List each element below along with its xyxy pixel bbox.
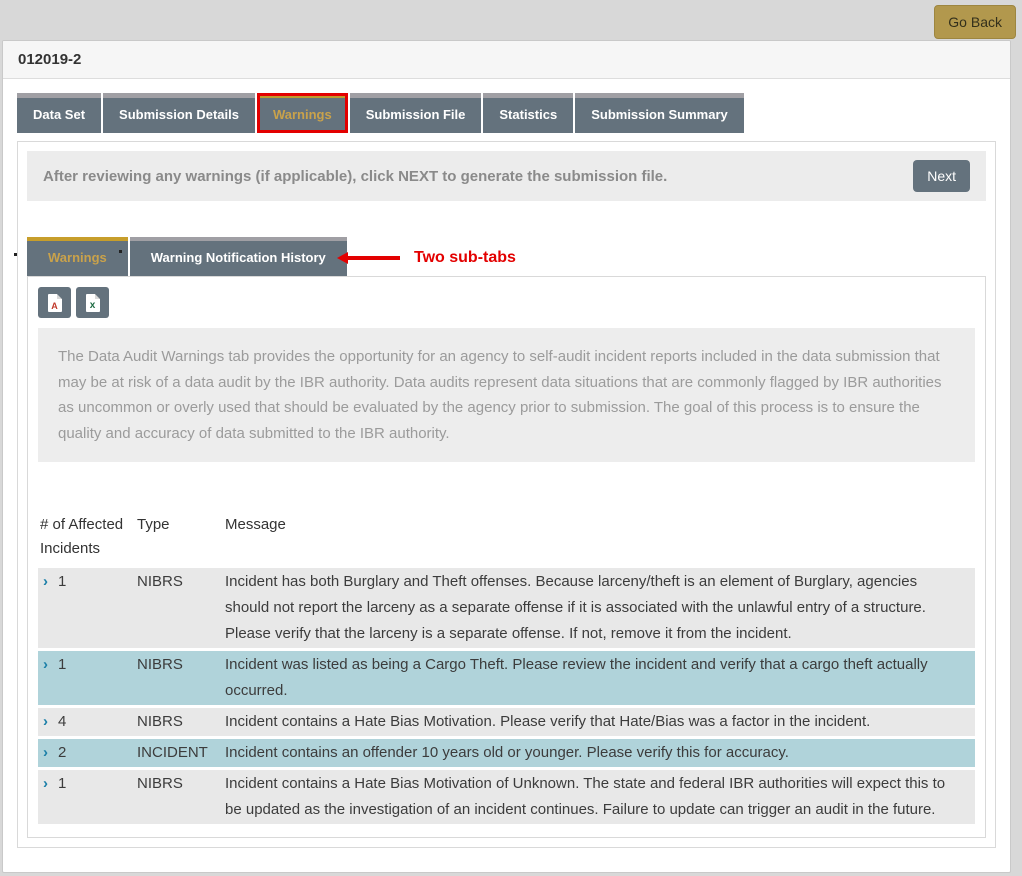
page-title: 012019-2 [3,41,1010,79]
expand-chevron-icon[interactable]: › [43,713,48,730]
warning-message: Incident contains a Hate Bias Motivation… [223,770,975,824]
affected-count: 2 [58,744,66,761]
info-bar: After reviewing any warnings (if applica… [27,151,986,201]
expand-chevron-icon[interactable]: › [43,656,48,673]
two-sub-tabs-annotation: Two sub-tabs [337,249,516,267]
submission-panel: 012019-2 Data Set Submission Details War… [2,40,1011,873]
screen: Go Back 012019-2 Data Set Submission Det… [0,0,1022,876]
export-pdf-button[interactable]: A [38,287,71,318]
warning-message: Incident contains a Hate Bias Motivation… [223,708,975,736]
main-tab[interactable]: Data Set [17,93,101,133]
expand-chevron-icon[interactable]: › [43,744,48,761]
warnings-tab-content: After reviewing any warnings (if applica… [17,141,996,848]
table-row: › 1 NIBRS Incident contains a Hate Bias M… [38,770,975,824]
warnings-grid-panel: A x The Data Audit Warnings tab provides… [27,276,986,838]
sub-tab-warning-notification-history[interactable]: Warning Notification History [130,237,347,276]
main-tab[interactable]: Warnings [257,93,348,133]
warnings-table: # of Affected Incidents Type Message [38,510,975,827]
main-tab[interactable]: Submission Details [103,93,255,133]
affected-count: 1 [58,573,66,590]
main-tab-label: Warnings [273,107,332,122]
warning-type: NIBRS [135,770,223,824]
go-back-button[interactable]: Go Back [934,5,1016,39]
warning-type: NIBRS [135,708,223,736]
sub-tab-warnings[interactable]: Warnings [27,237,128,276]
affected-count: 1 [58,656,66,673]
main-tab[interactable]: Statistics [483,93,573,133]
column-header-affected-incidents: # of Affected Incidents [38,513,135,565]
column-header-message: Message [223,513,975,565]
annotation-dot [14,253,17,256]
table-row: › 4 NIBRS Incident contains a Hate Bias M… [38,708,975,736]
sub-tab-label: Warning Notification History [151,250,326,265]
next-button[interactable]: Next [913,160,970,192]
main-tab-label: Submission Summary [591,107,728,122]
main-tab-label: Submission Details [119,107,239,122]
warning-type: NIBRS [135,568,223,648]
warning-message: Incident contains an offender 10 years o… [223,739,975,767]
main-tab-bar: Data Set Submission Details Warnings Sub… [17,93,996,133]
warning-message: Incident was listed as being a Cargo The… [223,651,975,705]
warning-type: INCIDENT [135,739,223,767]
sub-tab-bar: Warnings Warning Notification History Tw… [27,237,986,276]
export-excel-button[interactable]: x [76,287,109,318]
pdf-file-icon: A [48,294,62,312]
warning-message: Incident has both Burglary and Theft off… [223,568,975,648]
table-row: › 2 INCIDENT Incident contains an offende… [38,739,975,767]
data-audit-description: The Data Audit Warnings tab provides the… [38,328,975,462]
export-toolbar: A x [28,277,985,328]
column-header-type: Type [135,513,223,565]
main-tab-label: Submission File [366,107,466,122]
warning-type: NIBRS [135,651,223,705]
table-header-row: # of Affected Incidents Type Message [38,513,975,565]
left-arrow-icon [337,252,400,264]
excel-file-icon: x [86,294,100,312]
main-tab[interactable]: Submission File [350,93,482,133]
main-tab[interactable]: Submission Summary [575,93,744,133]
table-row: › 1 NIBRS Incident was listed as being a … [38,651,975,705]
info-message: After reviewing any warnings (if applica… [43,168,913,185]
expand-chevron-icon[interactable]: › [43,775,48,792]
main-tab-label: Data Set [33,107,85,122]
annotation-label: Two sub-tabs [414,249,516,267]
affected-count: 1 [58,775,66,792]
annotation-dot [119,250,122,253]
affected-count: 4 [58,713,66,730]
expand-chevron-icon[interactable]: › [43,573,48,590]
sub-tab-label: Warnings [48,250,107,265]
table-row: › 1 NIBRS Incident has both Burglary and … [38,568,975,648]
main-tab-label: Statistics [499,107,557,122]
